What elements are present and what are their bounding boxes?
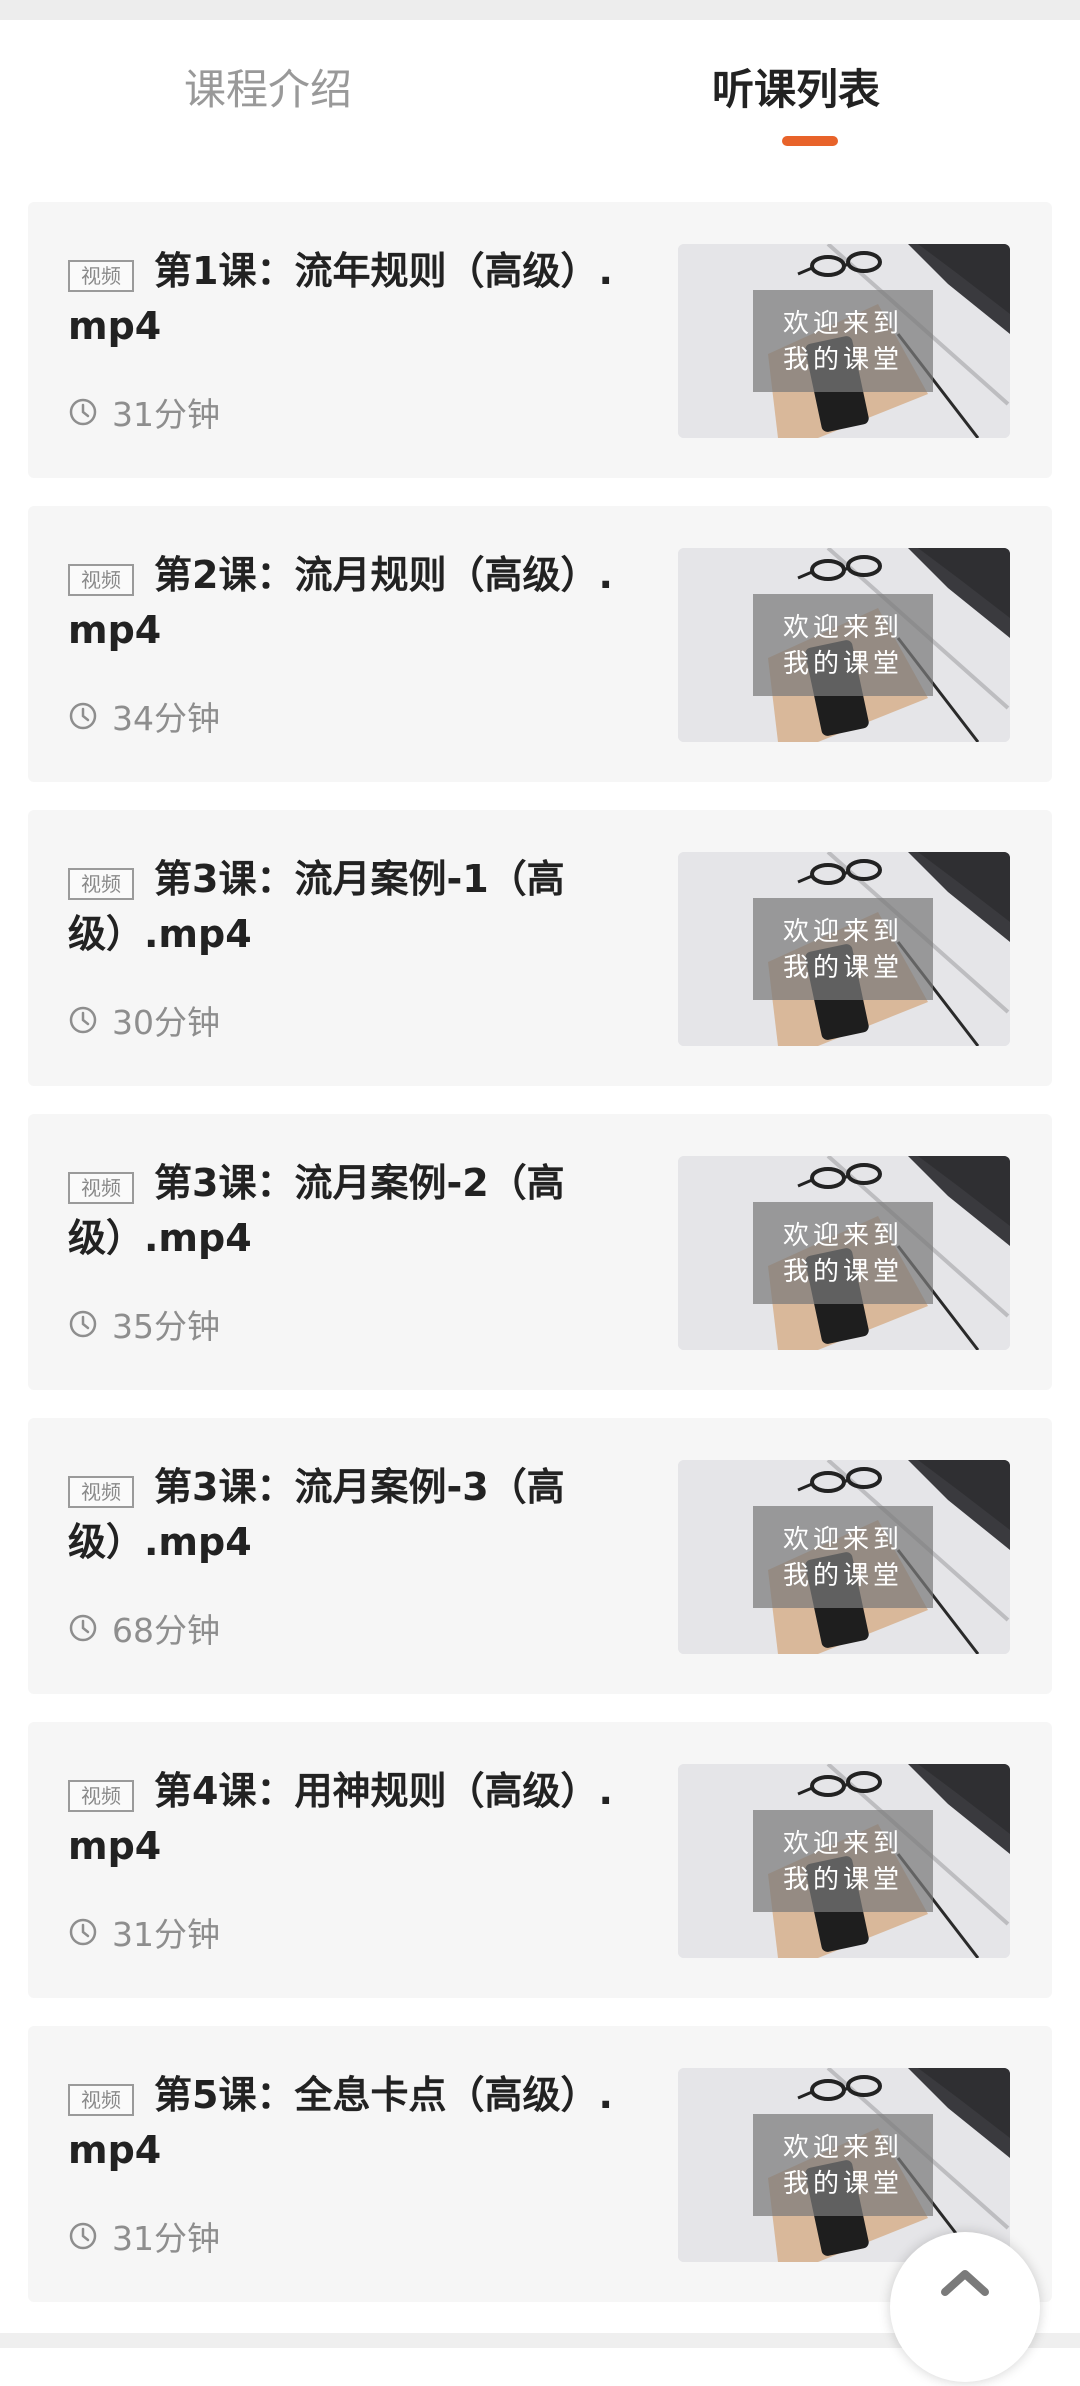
duration-text: 31分钟 — [112, 395, 220, 434]
clock-icon — [69, 1614, 97, 1642]
lesson-title: 第2课：流月规则（高级）.mp4 — [68, 553, 613, 652]
lesson-thumbnail: 欢迎来到 我的课堂 — [678, 1764, 1010, 1958]
lesson-card[interactable]: 视频 第3课：流月案例-2（高级）.mp4 35分钟 欢迎来到 我的课堂 — [28, 1114, 1052, 1390]
lesson-card[interactable]: 视频 第4课：用神规则（高级）.mp4 31分钟 欢迎来到 我的课堂 — [28, 1722, 1052, 1998]
lesson-title: 第3课：流月案例-3（高级）.mp4 — [68, 1465, 565, 1564]
lesson-title: 第4课：用神规则（高级）.mp4 — [68, 1769, 613, 1868]
scroll-to-top-button[interactable] — [890, 2232, 1040, 2382]
tab-bar: 课程介绍 听课列表 — [0, 20, 1080, 150]
thumbnail-caption: 欢迎来到 — [783, 309, 903, 339]
thumbnail-caption: 我的课堂 — [783, 1561, 903, 1591]
lesson-title: 第3课：流月案例-1（高级）.mp4 — [68, 857, 565, 956]
lesson-thumbnail: 欢迎来到 我的课堂 — [678, 244, 1010, 438]
thumbnail-caption: 我的课堂 — [783, 953, 903, 983]
lesson-thumbnail: 欢迎来到 我的课堂 — [678, 852, 1010, 1046]
duration-text: 68分钟 — [112, 1611, 220, 1650]
thumbnail-caption: 我的课堂 — [783, 2169, 903, 2199]
duration-text: 35分钟 — [112, 1307, 220, 1346]
lesson-title: 第3课：流月案例-2（高级）.mp4 — [68, 1161, 565, 1260]
lesson-thumbnail: 欢迎来到 我的课堂 — [678, 548, 1010, 742]
tab-course-intro[interactable]: 课程介绍 — [184, 62, 352, 118]
clock-icon — [69, 1006, 97, 1034]
lesson-card[interactable]: 视频 第3课：流月案例-1（高级）.mp4 30分钟 欢迎来到 我的课堂 — [28, 810, 1052, 1086]
clock-icon — [69, 702, 97, 730]
tab-lesson-list[interactable]: 听课列表 — [712, 62, 880, 118]
clock-icon — [69, 1310, 97, 1338]
thumbnail-caption: 欢迎来到 — [783, 1829, 903, 1859]
thumbnail-caption: 欢迎来到 — [783, 613, 903, 643]
lesson-duration: 68分钟 — [68, 1608, 220, 1650]
thumbnail-caption: 欢迎来到 — [783, 2133, 903, 2163]
lesson-duration: 31分钟 — [68, 2216, 220, 2258]
lesson-title: 第5课：全息卡点（高级）.mp4 — [68, 2073, 613, 2172]
lesson-duration: 35分钟 — [68, 1304, 220, 1346]
thumbnail-caption: 我的课堂 — [783, 649, 903, 679]
lesson-card[interactable]: 视频 第3课：流月案例-3（高级）.mp4 68分钟 欢迎来到 我的课堂 — [28, 1418, 1052, 1694]
clock-icon — [69, 2222, 97, 2250]
thumbnail-caption: 我的课堂 — [783, 1865, 903, 1895]
lesson-duration: 34分钟 — [68, 696, 220, 738]
active-tab-indicator — [782, 136, 838, 146]
lesson-card[interactable]: 视频 第1课：流年规则（高级）.mp4 31分钟 欢迎来到 我的课堂 — [28, 202, 1052, 478]
thumbnail-caption: 欢迎来到 — [783, 1221, 903, 1251]
lesson-list: 视频 第1课：流年规则（高级）.mp4 31分钟 欢迎来到 我的课堂 视频 第2… — [0, 150, 1080, 2348]
clock-icon — [69, 398, 97, 426]
chevron-up-icon — [941, 2270, 989, 2296]
lesson-thumbnail: 欢迎来到 我的课堂 — [678, 1460, 1010, 1654]
thumbnail-caption: 我的课堂 — [783, 1257, 903, 1287]
lesson-thumbnail: 欢迎来到 我的课堂 — [678, 1156, 1010, 1350]
lesson-duration: 31分钟 — [68, 392, 220, 434]
lesson-card[interactable]: 视频 第2课：流月规则（高级）.mp4 34分钟 欢迎来到 我的课堂 — [28, 506, 1052, 782]
lesson-duration: 31分钟 — [68, 1912, 220, 1954]
thumbnail-caption: 我的课堂 — [783, 345, 903, 375]
clock-icon — [69, 1918, 97, 1946]
lesson-duration: 30分钟 — [68, 1000, 220, 1042]
duration-text: 31分钟 — [112, 2219, 220, 2258]
lesson-title: 第1课：流年规则（高级）.mp4 — [68, 249, 613, 348]
duration-text: 31分钟 — [112, 1915, 220, 1954]
thumbnail-caption: 欢迎来到 — [783, 917, 903, 947]
duration-text: 30分钟 — [112, 1003, 220, 1042]
status-bar-area — [0, 0, 1080, 20]
thumbnail-caption: 欢迎来到 — [783, 1525, 903, 1555]
duration-text: 34分钟 — [112, 699, 220, 738]
